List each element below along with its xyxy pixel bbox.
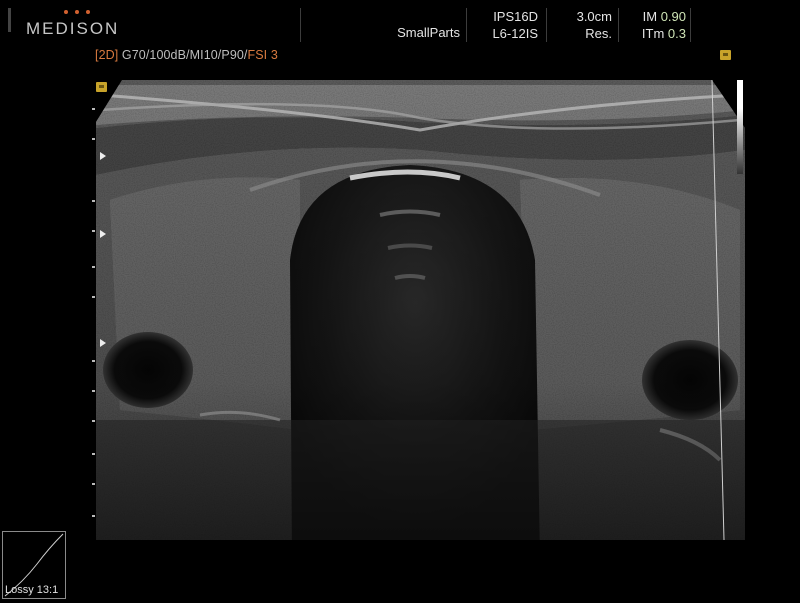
ultrasound-image	[96, 79, 745, 541]
probe-info: IPS16D L6-12IS	[460, 8, 538, 42]
triangle-right-icon	[100, 339, 106, 347]
grayscale-bar	[737, 80, 743, 174]
badge-icon	[720, 50, 731, 60]
header-divider	[618, 8, 619, 42]
imaging-parameters: [2D] G70/100dB/MI10/P90/FSI 3	[95, 48, 278, 62]
preset-label: SmallParts	[397, 25, 460, 40]
brand-name: MEDISON	[26, 19, 120, 38]
header-divider	[690, 8, 691, 42]
im-value: 0.90	[660, 9, 686, 24]
depth-scale	[92, 78, 112, 538]
triangle-right-icon	[100, 152, 106, 160]
triangle-right-icon	[100, 230, 106, 238]
safety-indices: IM 0.90 ITm 0.3	[622, 8, 686, 42]
depth-value: 3.0cm	[576, 9, 612, 24]
transducer-name: L6-12IS	[492, 26, 538, 41]
compression-label: Lossy 13:1	[5, 584, 59, 596]
probe-code: IPS16D	[493, 9, 538, 24]
header-divider	[300, 8, 301, 42]
depth-info: 3.0cm Res.	[550, 8, 612, 42]
window-edge-marker	[8, 8, 11, 32]
settings-label: G70/100dB/MI10/P90/	[118, 48, 248, 62]
header-divider	[546, 8, 547, 42]
brand-logo: MEDISON	[20, 8, 120, 38]
resolution-label: Res.	[585, 26, 612, 41]
mode-label: [2D]	[95, 48, 119, 62]
itm-label: ITm	[641, 26, 665, 41]
fsi-label: FSI 3	[247, 48, 278, 62]
itm-value: 0.3	[667, 26, 686, 41]
im-label: IM	[642, 9, 658, 24]
logo-dots	[64, 10, 90, 14]
